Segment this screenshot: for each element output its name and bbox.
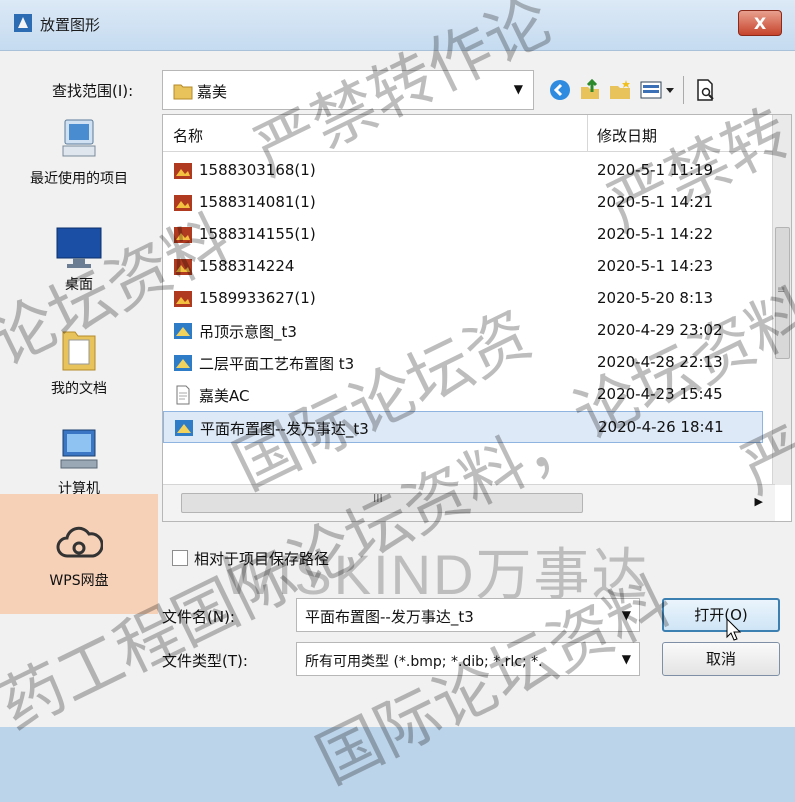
file-type-dropdown[interactable]: 所有可用类型 (*.bmp; *.dib; *.rlc; *. ▼ bbox=[296, 642, 640, 676]
drawing-file-icon bbox=[175, 420, 193, 436]
file-row[interactable]: 1588314224 2020-5-1 14:23 bbox=[163, 251, 763, 283]
relative-path-checkbox[interactable] bbox=[172, 550, 188, 566]
file-row[interactable]: 嘉美AC 2020-4-23 15:45 bbox=[163, 379, 763, 411]
new-folder-icon[interactable] bbox=[608, 78, 632, 102]
documents-icon bbox=[62, 331, 96, 371]
computer-icon bbox=[60, 429, 98, 469]
file-name-label: 文件名(N): bbox=[162, 608, 235, 626]
file-row[interactable]: 1589933627(1) 2020-5-20 8:13 bbox=[163, 283, 763, 315]
back-icon[interactable] bbox=[548, 78, 572, 102]
place-wps-cloud[interactable]: WPS网盘 bbox=[0, 494, 158, 614]
drawing-file-icon bbox=[174, 355, 192, 371]
mouse-cursor-icon bbox=[726, 618, 742, 641]
folder-icon bbox=[173, 84, 193, 100]
look-in-value: 嘉美 bbox=[197, 83, 228, 101]
cancel-button[interactable]: 取消 bbox=[662, 642, 780, 676]
scroll-right-arrow-icon[interactable]: ▶ bbox=[755, 495, 763, 508]
places-bar: 最近使用的项目 桌面 我的文档 计算机 WPS网盘 bbox=[0, 110, 158, 650]
up-folder-icon[interactable] bbox=[578, 78, 602, 102]
vertical-scrollbar[interactable]: ≡ bbox=[772, 115, 791, 485]
document-file-icon bbox=[176, 385, 190, 405]
image-file-icon bbox=[174, 163, 192, 179]
place-recent[interactable]: 最近使用的项目 bbox=[0, 116, 158, 188]
column-header-date[interactable]: 修改日期 bbox=[597, 125, 657, 146]
image-file-icon bbox=[174, 227, 192, 243]
chevron-down-icon: ▼ bbox=[513, 82, 523, 96]
scroll-grip: III bbox=[373, 492, 383, 505]
file-row[interactable]: 吊顶示意图_t3 2020-4-29 23:02 bbox=[163, 315, 763, 347]
title-bar: 放置图形 X bbox=[0, 0, 795, 51]
views-menu-icon[interactable] bbox=[640, 78, 676, 102]
column-divider[interactable] bbox=[587, 115, 588, 151]
scroll-grip: ≡ bbox=[777, 285, 786, 296]
file-row-selected[interactable]: 平面布置图--发万事达_t3 2020-4-26 18:41 bbox=[163, 411, 763, 443]
horizontal-scrollbar[interactable]: III ▶ bbox=[163, 484, 775, 521]
drawing-file-icon bbox=[174, 323, 192, 339]
toolbar-divider bbox=[683, 76, 684, 104]
app-icon bbox=[14, 14, 32, 32]
recent-items-icon bbox=[62, 119, 96, 157]
place-desktop[interactable]: 桌面 bbox=[0, 226, 158, 294]
relative-path-label: 相对于项目保存路径 bbox=[194, 550, 330, 568]
chevron-down-icon[interactable]: ▼ bbox=[622, 608, 631, 622]
close-button[interactable]: X bbox=[738, 10, 782, 36]
desktop-icon bbox=[56, 227, 102, 268]
file-row[interactable]: 1588314155(1) 2020-5-1 14:22 bbox=[163, 219, 763, 251]
open-dialog: 放置图形 X 查找范围(I): 嘉美 ▼ 最近使用的项目 桌面 我的文档 计算机… bbox=[0, 0, 795, 799]
cloud-drive-icon bbox=[56, 526, 103, 558]
file-name-input[interactable]: 平面布置图--发万事达_t3 ▼ bbox=[296, 598, 640, 632]
preview-icon[interactable] bbox=[694, 78, 718, 102]
file-row[interactable]: 二层平面工艺布置图 t3 2020-4-28 22:13 bbox=[163, 347, 763, 379]
window-title: 放置图形 bbox=[40, 16, 101, 34]
look-in-dropdown[interactable]: 嘉美 ▼ bbox=[162, 70, 534, 110]
place-computer[interactable]: 计算机 bbox=[0, 426, 158, 498]
image-file-icon bbox=[174, 195, 192, 211]
image-file-icon bbox=[174, 291, 192, 307]
file-row[interactable]: 1588303168(1) 2020-5-1 11:19 bbox=[163, 155, 763, 187]
place-documents[interactable]: 我的文档 bbox=[0, 326, 158, 398]
file-list-header: 名称 修改日期 bbox=[163, 115, 773, 152]
chevron-down-icon: ▼ bbox=[617, 652, 631, 666]
open-button[interactable]: 打开(O) bbox=[662, 598, 780, 632]
look-in-label: 查找范围(I): bbox=[52, 82, 134, 100]
column-header-name[interactable]: 名称 bbox=[173, 125, 203, 146]
file-row[interactable]: 1588314081(1) 2020-5-1 14:21 bbox=[163, 187, 763, 219]
file-list[interactable]: 名称 修改日期 1588303168(1) 2020-5-1 11:19 158… bbox=[162, 114, 792, 522]
image-file-icon bbox=[174, 259, 192, 275]
file-type-label: 文件类型(T): bbox=[162, 652, 248, 670]
